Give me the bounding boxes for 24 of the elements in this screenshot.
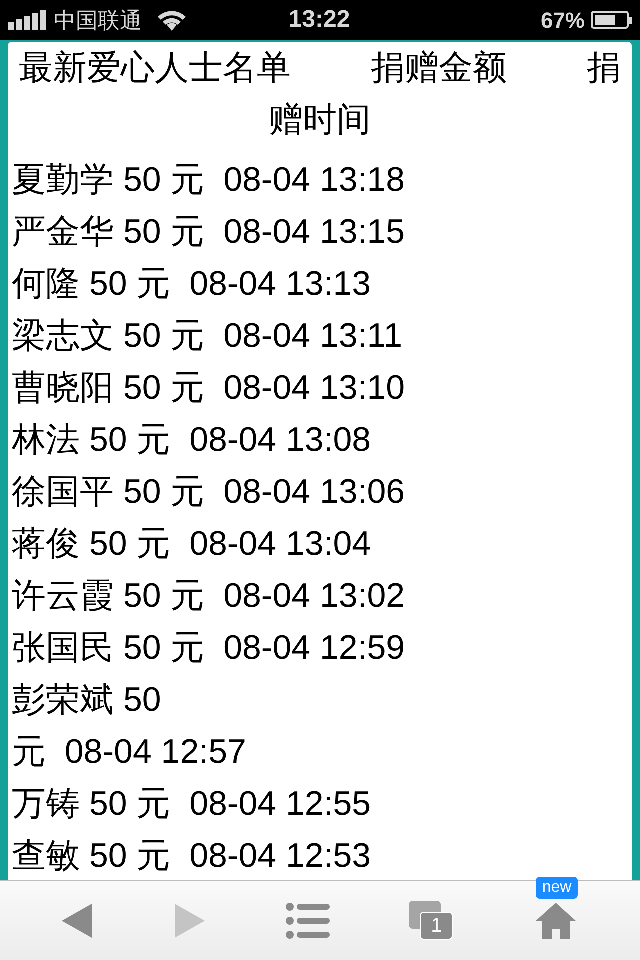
donor-entry: 彭荣斌 50 [12,680,162,721]
home-icon[interactable] [534,900,578,940]
battery-percent: 67% [540,6,585,34]
wifi-icon [156,9,188,31]
donor-entry: 蒋俊 50 元 08-04 13:04 [12,524,372,565]
donor-entry: 梁志文 50 元 08-04 13:11 [12,316,404,357]
donor-entry: 徐国平 50 元 08-04 13:06 [12,472,406,513]
back-icon[interactable] [60,902,94,940]
donor-entry: 严金华 50 元 08-04 13:15 [12,212,406,253]
donor-entry: 何隆 50 元 08-04 13:13 [12,264,372,305]
menu-icon[interactable] [286,902,330,938]
signal-icon [8,10,46,30]
donor-entry: 夏勤学 50 元 08-04 13:18 [12,160,406,201]
donor-entry: 万铸 50 元 08-04 12:55 [12,784,372,825]
new-badge: new [536,876,578,898]
donor-entry: 曹晓阳 50 元 08-04 13:10 [12,368,406,409]
list-header: 最新爱心人士名单 捐赠金额 捐赠时间 [18,48,622,141]
donor-entry: 查敏 50 元 08-04 12:53 [12,836,372,877]
carrier-name: 中国联通 [54,6,142,34]
donor-entry: 林法 50 元 08-04 13:08 [12,420,372,461]
donor-entry: 许云霞 50 元 08-04 13:02 [12,576,406,617]
donor-entry: 元 08-04 12:57 [12,732,248,773]
clock-time: 13:22 [288,5,350,35]
donor-entry: 张国民 50 元 08-04 12:59 [12,628,406,669]
